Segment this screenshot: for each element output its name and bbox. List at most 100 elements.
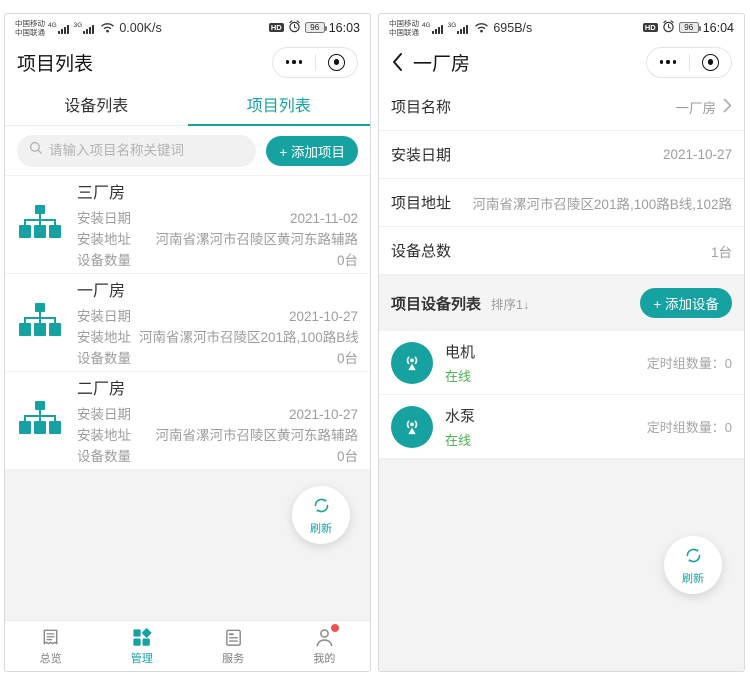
field-label: 安装日期 [77, 208, 131, 229]
field-label: 设备数量 [77, 348, 131, 369]
search-input[interactable] [49, 143, 244, 158]
field-label: 安装地址 [77, 229, 131, 250]
field-value: 2021-10-27 [663, 147, 732, 162]
refresh-button[interactable]: 刷新 [292, 486, 350, 544]
project-card[interactable]: 一厂房 安装日期 2021-10-27 安装地址河南省漯河市召陵区201路,100… [5, 274, 370, 372]
network-speed: 0.00K/s [119, 21, 161, 35]
field-value: 0台 [139, 250, 358, 271]
signal-bars-icon: 3G [74, 22, 96, 34]
field-row-project-address: 项目地址 河南省漯河市召陵区201路,100路B线,102路 [379, 179, 744, 227]
project-card[interactable]: 二厂房 安装日期2021-10-27 安装地址河南省漯河市召陵区黄河东路辅路 设… [5, 372, 370, 470]
project-card[interactable]: 三厂房 安装日期2021-11-02 安装地址河南省漯河市召陵区黄河东路辅路 设… [5, 176, 370, 274]
tab-label: 总览 [40, 650, 62, 666]
search-row: + 添加项目 [5, 126, 370, 176]
carrier-labels: 中国移动 中国联通 [15, 19, 45, 37]
tab-manage[interactable]: 管理 [96, 621, 187, 671]
field-label: 安装日期 [77, 306, 131, 327]
field-value: 2021-10-27 [139, 306, 358, 327]
battery-icon: 96 [305, 22, 325, 33]
device-row[interactable]: 电机 在线 定时组数量：0 [379, 331, 744, 395]
project-name: 三厂房 [77, 179, 358, 203]
project-name: 一厂房 [77, 277, 358, 301]
alarm-clock-icon [288, 20, 301, 36]
refresh-icon [311, 495, 332, 519]
field-row-install-date: 安装日期 2021-10-27 [379, 131, 744, 179]
nav-header: 项目列表 [5, 41, 370, 83]
field-label: 设备数量 [77, 250, 131, 271]
field-label: 安装日期 [77, 404, 131, 425]
field-row-device-total: 设备总数 1台 [379, 227, 744, 275]
screen-project-list: 中国移动 中国联通 4G 3G 0.00K/s HD 96 16:03 项目列表 [4, 13, 371, 672]
target-icon [328, 54, 345, 71]
refresh-icon [683, 545, 704, 569]
hd-badge-icon: HD [269, 23, 284, 33]
empty-area: 刷新 [379, 459, 744, 671]
field-label: 设备数量 [77, 446, 131, 467]
more-options-button[interactable] [647, 48, 689, 77]
status-bar: 中国移动 中国联通 4G 3G 0.00K/s HD 96 16:03 [5, 14, 370, 41]
device-row[interactable]: 水泵 在线 定时组数量：0 [379, 395, 744, 459]
add-device-button[interactable]: + 添加设备 [640, 288, 732, 318]
tab-device-list[interactable]: 设备列表 [5, 83, 188, 125]
capsule-close-button[interactable] [316, 48, 358, 77]
field-label: 安装地址 [77, 327, 131, 348]
wifi-icon [474, 22, 489, 33]
tab-project-list[interactable]: 项目列表 [188, 83, 371, 125]
refresh-button[interactable]: 刷新 [664, 536, 722, 594]
tab-service[interactable]: 服务 [188, 621, 279, 671]
wifi-icon [100, 22, 115, 33]
refresh-label: 刷新 [310, 520, 332, 536]
field-value: 河南省漯河市召陵区201路,100路B线,102路 [139, 327, 358, 348]
person-icon [314, 626, 335, 648]
notification-badge [331, 624, 339, 632]
tab-overview[interactable]: 总览 [5, 621, 96, 671]
screen-project-detail: 中国移动 中国联通 4G 3G 695B/s HD 96 16:04 [378, 13, 745, 672]
sitemap-icon [17, 401, 63, 441]
field-value: 一厂房 [676, 97, 717, 117]
field-value: 0台 [139, 446, 358, 467]
more-options-button[interactable] [273, 48, 315, 77]
target-icon [702, 54, 719, 71]
add-project-button[interactable]: + 添加项目 [266, 136, 358, 166]
top-tabs: 设备列表 项目列表 [5, 83, 370, 126]
clock-time: 16:03 [329, 21, 360, 35]
device-name: 水泵 [445, 405, 475, 426]
hd-badge-icon: HD [643, 23, 658, 33]
broadcast-icon [391, 406, 433, 448]
more-icon [660, 60, 677, 64]
tab-label: 管理 [131, 650, 153, 666]
clock-time: 16:04 [703, 21, 734, 35]
field-value: 0台 [139, 348, 358, 369]
search-box[interactable] [17, 135, 256, 167]
tab-mine[interactable]: 我的 [279, 621, 370, 671]
section-title: 项目设备列表 [391, 293, 481, 314]
dual-phone-screenshot: 中国移动 中国联通 4G 3G 0.00K/s HD 96 16:03 项目列表 [0, 0, 750, 681]
signal-bars-icon: 4G [422, 22, 444, 34]
miniapp-capsule [272, 47, 358, 78]
sitemap-icon [17, 303, 63, 343]
empty-area: 刷新 [5, 470, 370, 620]
field-value: 2021-10-27 [139, 404, 358, 425]
field-value: 河南省漯河市召陵区201路,100路B线,102路 [472, 193, 732, 213]
more-icon [286, 60, 303, 64]
field-row-project-name[interactable]: 项目名称 一厂房 [379, 83, 744, 131]
field-value: 1台 [711, 241, 732, 261]
device-status: 在线 [445, 430, 475, 449]
battery-icon: 96 [679, 22, 699, 33]
overview-doc-icon [40, 626, 61, 648]
device-list-section-header: 项目设备列表 排序1↓ + 添加设备 [379, 275, 744, 331]
capsule-close-button[interactable] [690, 48, 732, 77]
chevron-right-icon [723, 98, 732, 116]
status-bar: 中国移动 中国联通 4G 3G 695B/s HD 96 16:04 [379, 14, 744, 41]
signal-bars-icon: 3G [448, 22, 470, 34]
carrier-labels: 中国移动 中国联通 [389, 19, 419, 37]
sort-toggle[interactable]: 排序1↓ [491, 294, 529, 313]
search-icon [29, 141, 43, 160]
field-value: 河南省漯河市召陵区黄河东路辅路 [139, 229, 358, 250]
broadcast-icon [391, 342, 433, 384]
back-button[interactable] [391, 52, 403, 72]
service-doc-icon [223, 626, 244, 648]
tab-label: 服务 [222, 650, 244, 666]
refresh-label: 刷新 [682, 570, 704, 586]
timer-group-count: 定时组数量：0 [647, 353, 732, 372]
